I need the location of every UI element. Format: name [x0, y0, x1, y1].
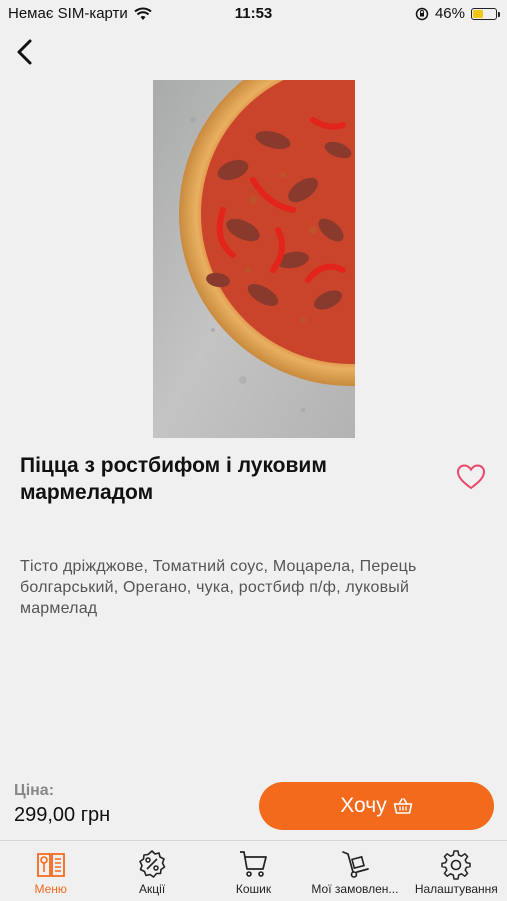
tab-bar: Меню Акції Кошик Мої замовлен... Налашту… [0, 840, 507, 901]
back-button[interactable] [10, 36, 42, 68]
tab-settings[interactable]: Налаштування [406, 841, 507, 901]
discount-icon [139, 850, 166, 878]
status-right: 46% [415, 5, 500, 22]
basket-icon [393, 798, 413, 814]
want-button-label: Хочу [340, 794, 387, 817]
tab-promotions[interactable]: Акції [101, 841, 202, 901]
favorite-button[interactable] [455, 461, 487, 493]
tab-menu-label: Меню [34, 882, 67, 896]
battery-level [473, 9, 483, 18]
want-button[interactable]: Хочу [259, 782, 494, 830]
menu-book-icon [36, 853, 65, 877]
heart-icon [456, 464, 486, 490]
cart-icon [239, 851, 267, 877]
product-description: Тісто дріжджове, Томатний соус, Моцарела… [20, 558, 417, 617]
battery-percent: 46% [434, 5, 465, 22]
tab-orders[interactable]: Мої замовлен... [304, 841, 405, 901]
hand-truck-icon [342, 851, 369, 878]
product-title: Піцца з ростбифом і луковим мармеладом [20, 454, 327, 504]
tab-orders-label: Мої замовлен... [311, 882, 399, 896]
tab-cart-label: Кошик [235, 882, 272, 896]
tab-menu[interactable]: Меню [0, 841, 101, 901]
orientation-lock-icon [415, 7, 429, 20]
price-label: Ціна: [14, 782, 55, 799]
battery-icon [471, 7, 500, 20]
price-value: 299,00 грн [14, 804, 111, 826]
gear-icon [441, 850, 472, 880]
tab-cart[interactable]: Кошик [203, 841, 304, 901]
product-image [153, 80, 355, 438]
status-bar: Немає SIM-карти 11:53 46% [0, 0, 507, 28]
tab-promotions-label: Акції [139, 882, 166, 896]
tab-settings-label: Налаштування [414, 882, 498, 896]
chevron-left-icon [17, 39, 32, 65]
